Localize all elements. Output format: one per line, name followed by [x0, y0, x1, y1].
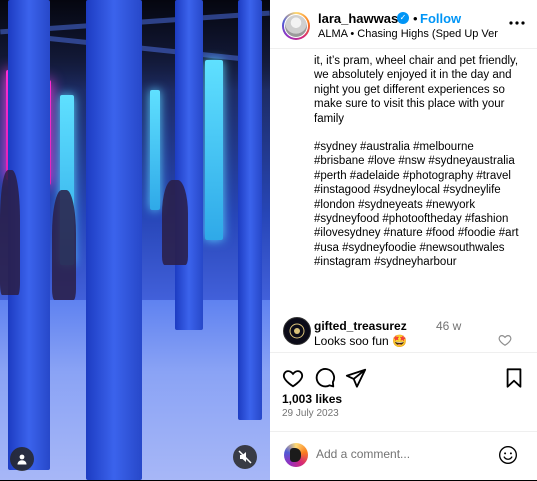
post-video[interactable] [0, 0, 270, 480]
comment-text: Looks soo fun 🤩 [314, 334, 407, 348]
video-neon-pillar [205, 60, 223, 240]
current-user-avatar [284, 443, 308, 467]
post-details-panel: lara_hawwash ✓ • Follow ALMA • Chasing H… [270, 0, 537, 480]
user-icon [17, 454, 27, 465]
verified-badge-icon: ✓ [397, 12, 409, 24]
post-date: 29 July 2023 [282, 408, 339, 419]
likes-count[interactable]: 1,003 likes [282, 392, 342, 406]
muted-speaker-icon [238, 450, 252, 464]
commenter-logo-icon [289, 323, 305, 339]
comment-icon[interactable] [314, 367, 336, 389]
share-icon[interactable] [345, 367, 367, 389]
video-person [0, 170, 20, 295]
header-separator: • [413, 11, 418, 26]
author-avatar-photo [285, 15, 307, 37]
follow-button[interactable]: Follow [420, 11, 461, 26]
comment-time: 46 w [436, 319, 462, 333]
video-neon-pillar [150, 90, 160, 210]
comment-like-heart-icon[interactable] [498, 333, 512, 347]
video-pillar [238, 0, 262, 420]
caption-body: it, it’s pram, wheel chair and pet frien… [314, 55, 519, 125]
comment-username[interactable]: gifted_treasurez [314, 319, 407, 333]
comment-input[interactable] [316, 447, 496, 461]
tagged-users-button[interactable] [10, 447, 34, 471]
mute-toggle-button[interactable] [233, 445, 257, 469]
video-person [162, 180, 188, 265]
author-username[interactable]: lara_hawwash [318, 11, 406, 26]
video-person [52, 190, 76, 300]
video-pillar [86, 0, 142, 480]
comment-composer [270, 431, 537, 481]
heart-icon[interactable] [282, 367, 304, 389]
commenter-avatar[interactable] [283, 317, 311, 345]
author-avatar[interactable] [282, 12, 310, 40]
post-caption: it, it’s pram, wheel chair and pet frien… [314, 54, 526, 284]
post-header: lara_hawwash ✓ • Follow ALMA • Chasing H… [270, 0, 537, 49]
audio-track-link[interactable]: ALMA • Chasing Highs (Sped Up Vers... [318, 28, 498, 40]
more-options-icon[interactable] [508, 14, 526, 32]
caption-hashtags[interactable]: #sydney #australia #melbourne #brisbane … [314, 140, 526, 270]
bookmark-icon[interactable] [503, 367, 525, 389]
emoji-icon[interactable] [498, 445, 518, 465]
video-pillar [175, 0, 203, 330]
